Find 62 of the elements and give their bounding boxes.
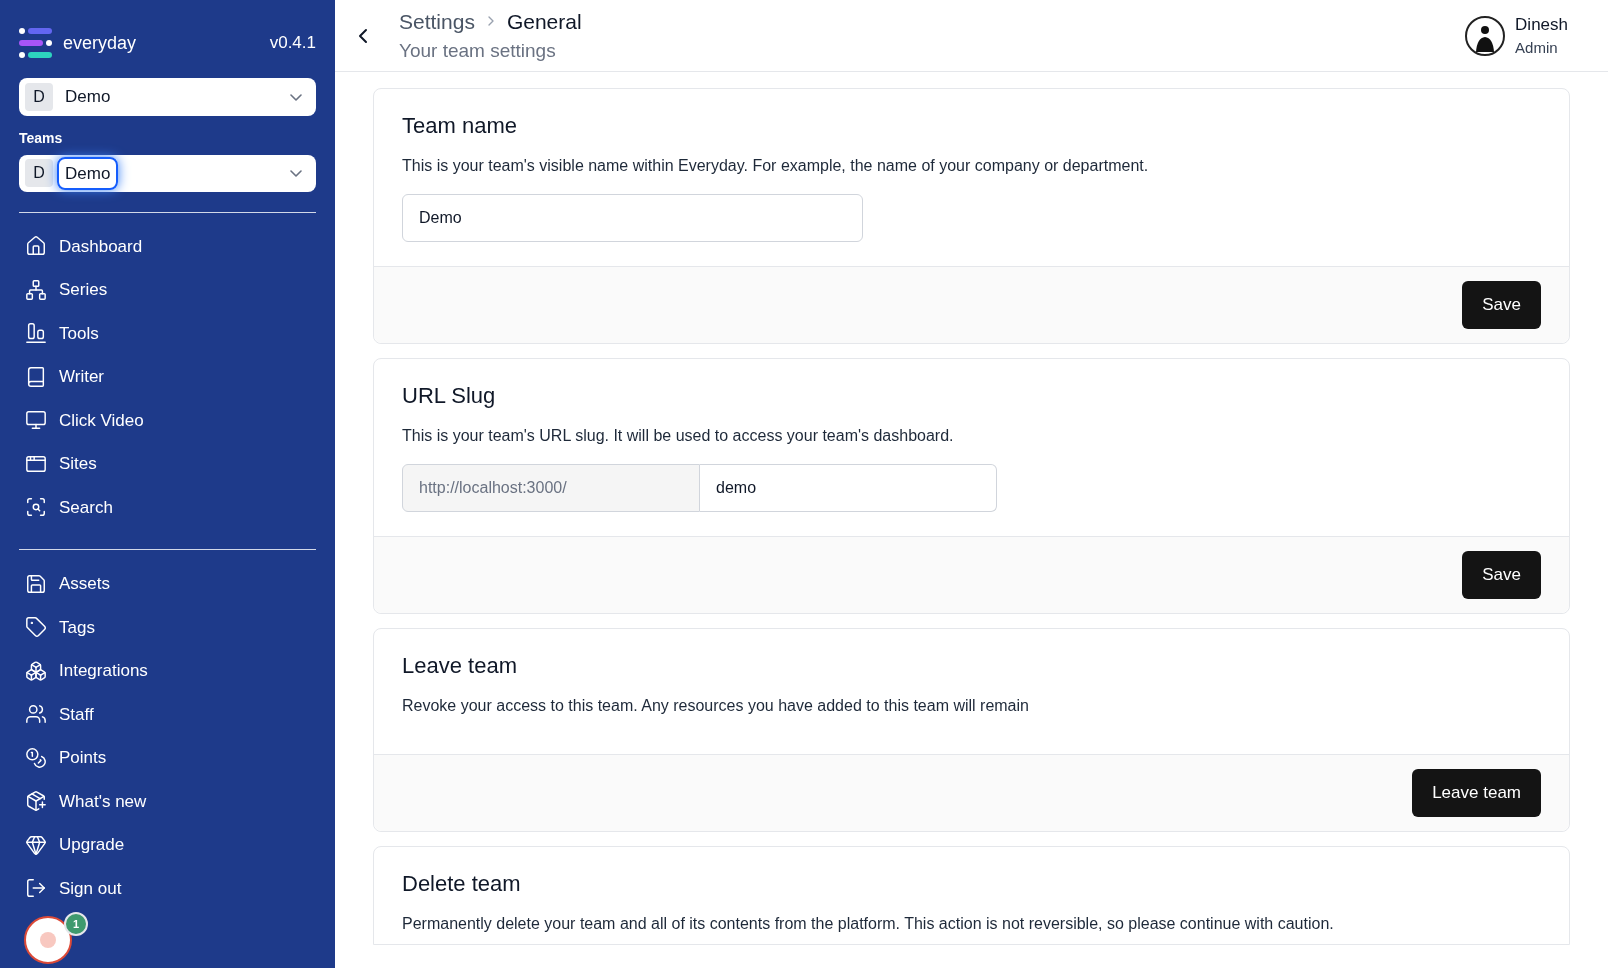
card-title: Team name — [402, 112, 518, 140]
stacked-boxes-icon — [25, 322, 47, 345]
breadcrumb-link[interactable]: Settings — [399, 5, 475, 37]
team-select[interactable]: D Demo — [19, 78, 316, 116]
nav-item[interactable]: Integrations — [25, 649, 310, 693]
page-subtitle: Your team settings — [399, 39, 557, 63]
hierarchy-icon — [25, 278, 47, 301]
team-value: Demo — [64, 86, 112, 109]
card-description: This is your team's visible name within Everyday. For example, the name of your company or department. — [402, 156, 1150, 176]
monitor-icon — [25, 409, 47, 432]
team-initial: D — [25, 83, 53, 111]
sign-out-icon — [25, 877, 47, 900]
nav-item[interactable]: Staff — [25, 692, 310, 736]
card-title: Leave team — [402, 652, 518, 680]
notification-badge: 1 — [64, 912, 88, 936]
avatar — [1465, 15, 1506, 56]
team-value: Demo — [57, 156, 119, 190]
chevron-down-icon — [290, 93, 302, 101]
team-initial: D — [25, 159, 53, 188]
nav-item[interactable]: Series — [25, 268, 310, 312]
nav-item[interactable]: Sign out — [25, 866, 310, 910]
url-prefix: http://localhost:3000/ — [402, 464, 700, 512]
url-slug-field[interactable]: demo — [700, 464, 997, 512]
nav-item[interactable]: Tools — [25, 311, 310, 355]
package-plus-icon — [25, 790, 47, 813]
teams-label: Teams — [19, 129, 64, 148]
diamond-icon — [25, 833, 47, 856]
coins-icon — [25, 746, 47, 769]
card-description: Permanently delete your team and all of its contents from the platform. This action is not reversible, so please continue with caution. — [402, 914, 1335, 934]
nav-item[interactable]: Tags — [25, 605, 310, 649]
nav-item[interactable]: Assets — [25, 562, 310, 606]
nav-item[interactable]: What's new — [25, 779, 310, 823]
app-name: everyday — [63, 31, 137, 55]
nav-item[interactable]: Sites — [25, 442, 310, 486]
user-role: Admin — [1515, 38, 1559, 58]
card-title: URL Slug — [402, 382, 497, 410]
tag-icon — [25, 616, 47, 639]
nav-item[interactable]: Upgrade — [25, 823, 310, 867]
search-icon — [25, 496, 47, 519]
breadcrumb-current: General — [506, 8, 582, 35]
card-description: This is your team's URL slug. It will be used to access your team's dashboard. — [402, 426, 955, 446]
boxes-icon — [25, 659, 47, 682]
users-icon — [25, 703, 47, 726]
card-action-button[interactable]: Leave team — [1412, 769, 1541, 817]
version-label: v0.4.1 — [269, 32, 316, 55]
card-title: Delete team — [402, 870, 522, 898]
nav-item[interactable]: Dashboard — [25, 224, 310, 268]
house-icon — [25, 235, 47, 258]
team-name-field[interactable]: Demo — [402, 194, 863, 242]
card-action-button[interactable]: Save — [1462, 551, 1541, 599]
book-icon — [25, 365, 47, 388]
user-name: Dinesh — [1515, 13, 1568, 36]
nav-item[interactable]: Search — [25, 485, 310, 529]
nav-item[interactable]: Click Video — [25, 398, 310, 442]
card-action-button[interactable]: Save — [1462, 281, 1541, 329]
help-widget[interactable] — [24, 916, 72, 964]
card-description: Revoke your access to this team. Any resources you have added to this team will remain — [402, 696, 1030, 716]
chevron-down-icon — [290, 169, 302, 177]
nav-item[interactable]: Writer — [25, 355, 310, 399]
logo-icon — [19, 28, 53, 58]
team-select[interactable]: D Demo — [19, 155, 316, 192]
nav-item[interactable]: Points — [25, 736, 310, 780]
